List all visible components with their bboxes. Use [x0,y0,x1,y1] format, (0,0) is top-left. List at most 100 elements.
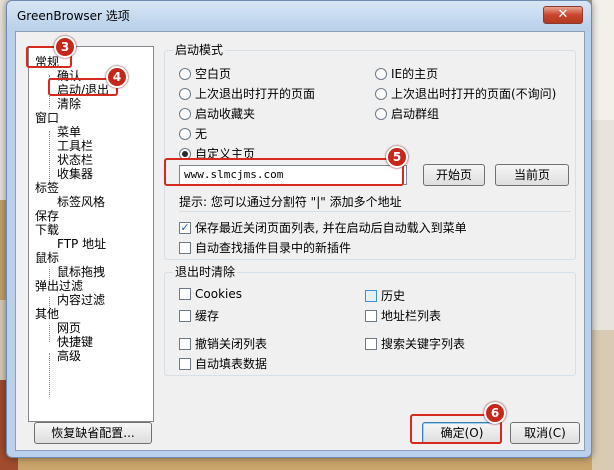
tree-item-tabs[interactable]: 标签 [35,181,59,195]
checkbox-box [365,289,377,302]
checkbox-box [365,309,377,322]
radio-label: 上次退出时打开的页面(不询问) [391,87,557,101]
tree-item-startup-exit[interactable]: 启动/退出 [57,83,109,97]
step-badge-5: 5 [386,146,408,168]
checkbox-box [365,337,377,350]
auto-plugins-checkbox[interactable]: 自动查找插件目录中的新插件 [179,239,351,256]
checkbox-box [179,288,191,300]
radio-last-session[interactable]: 上次退出时打开的页面 [179,85,315,102]
radio-blank-page[interactable]: 空白页 [179,65,231,82]
tree-item-webpage[interactable]: 网页 [57,321,81,335]
radio-label: IE的主页 [391,67,439,81]
radio-custom-home[interactable]: 自定义主页 [179,145,255,162]
home-url-input[interactable]: www.slmcjms.com [179,165,407,185]
radio-dot [179,67,191,80]
step-badge-3: 3 [54,36,76,58]
radio-dot [179,127,191,140]
checkbox-box-checked [179,221,191,234]
tree-item-save[interactable]: 保存 [35,209,59,223]
save-closed-checkbox[interactable]: 保存最近关闭页面列表, 并在启动后自动载入到菜单 [179,219,467,236]
tree-connector [49,325,50,342]
checkbox-label: Cookies [195,287,242,301]
radio-last-session-no-ask[interactable]: 上次退出时打开的页面(不询问) [375,85,556,102]
radio-label: 自定义主页 [195,147,256,161]
tree-item-other[interactable]: 其他 [35,307,59,321]
tree-item-popup-filter[interactable]: 弹出过滤 [35,279,83,293]
tree-item-shortcuts[interactable]: 快捷键 [57,335,93,349]
radio-label: 无 [195,127,208,141]
checkbox-label: 自动查找插件目录中的新插件 [195,241,352,255]
window-title: GreenBrowser 选项 [17,9,130,23]
start-page-button[interactable]: 开始页 [423,164,485,186]
tree-connector [49,353,50,397]
checkbox-label: 自动填表数据 [195,357,268,371]
radio-group[interactable]: 启动群组 [375,105,439,122]
dialog-client-area: 常规 确认 启动/退出 清除 窗口 菜单 工具栏 状态栏 收集器 标签 标签风格… [15,31,585,451]
exit-clear-title: 退出时清除 [173,265,238,279]
tree-item-mouse-drag[interactable]: 鼠标拖拽 [57,265,105,279]
tree-item-advanced[interactable]: 高级 [57,349,81,363]
tree-item-mouse[interactable]: 鼠标 [35,251,59,265]
clear-search-keywords-checkbox[interactable]: 搜索关键字列表 [365,335,465,352]
checkbox-box [179,357,191,370]
exit-clear-group: 退出时清除 Cookies 历史 缓存 地址栏列表 撤销关闭列表 搜索关键字列表… [164,265,576,376]
separator-hint: 提示: 您可以通过分割符 "|" 添加多个地址 [179,195,402,209]
step-badge-4: 4 [106,66,128,88]
checkbox-label: 保存最近关闭页面列表, 并在启动后自动载入到菜单 [195,221,467,235]
current-page-button[interactable]: 当前页 [495,164,569,186]
background-right-strip [592,0,614,470]
radio-favorites[interactable]: 启动收藏夹 [179,105,255,122]
radio-dot [179,107,191,120]
radio-dot [375,87,387,100]
ok-button[interactable]: 确定(O) [422,422,502,444]
step-badge-6: 6 [484,402,506,424]
tree-connector [49,75,50,107]
tree-item-ftp[interactable]: FTP 地址 [57,237,106,251]
tree-item-confirm[interactable]: 确认 [57,69,81,83]
checkbox-label: 历史 [381,289,406,303]
startup-mode-title: 启动模式 [173,43,226,57]
options-dialog: GreenBrowser 选项 ✕ 常规 确认 启动/退出 清除 窗口 菜单 工… [6,0,592,458]
radio-label: 上次退出时打开的页面 [195,87,316,101]
tree-item-content-filter[interactable]: 内容过滤 [57,293,105,307]
radio-label: 空白页 [195,67,232,81]
checkbox-label: 缓存 [195,309,220,323]
radio-dot [375,107,387,120]
tree-item-download[interactable]: 下载 [35,223,59,237]
radio-ie-home[interactable]: IE的主页 [375,65,438,82]
radio-label: 启动群组 [391,107,440,121]
tree-item-general[interactable]: 常规 [35,55,59,69]
tree-item-collector[interactable]: 收集器 [57,167,93,181]
radio-dot [179,87,191,100]
tree-item-menu[interactable]: 菜单 [57,125,81,139]
cancel-button[interactable]: 取消(C) [510,422,580,444]
divider [179,211,571,212]
close-button[interactable]: ✕ [543,6,583,24]
checkbox-box [179,337,191,350]
radio-dot-selected [179,147,191,160]
checkbox-box [179,309,191,322]
clear-autofill-checkbox[interactable]: 自动填表数据 [179,355,267,372]
radio-label: 启动收藏夹 [195,107,256,121]
checkbox-label: 地址栏列表 [381,309,442,323]
clear-cache-checkbox[interactable]: 缓存 [179,307,219,324]
radio-none[interactable]: 无 [179,125,207,142]
clear-cookies-checkbox[interactable]: Cookies [179,287,242,301]
clear-history-checkbox[interactable]: 历史 [365,287,405,304]
startup-mode-group: 启动模式 空白页 IE的主页 上次退出时打开的页面 上次退出时打开的页面(不询问… [164,43,576,260]
tree-item-tab-style[interactable]: 标签风格 [57,195,105,209]
tree-item-window[interactable]: 窗口 [35,111,59,125]
close-icon: ✕ [557,7,569,22]
title-bar[interactable]: GreenBrowser 选项 ✕ [7,1,591,29]
restore-defaults-button[interactable]: 恢复缺省配置... [34,422,152,444]
clear-addressbar-checkbox[interactable]: 地址栏列表 [365,307,441,324]
clear-undo-close-checkbox[interactable]: 撤销关闭列表 [179,335,267,352]
checkbox-box [179,241,191,254]
checkbox-label: 撤销关闭列表 [195,337,268,351]
tree-item-statusbar[interactable]: 状态栏 [57,153,93,167]
checkbox-label: 搜索关键字列表 [381,337,466,351]
options-tree[interactable]: 常规 确认 启动/退出 清除 窗口 菜单 工具栏 状态栏 收集器 标签 标签风格… [28,46,154,422]
radio-dot [375,67,387,80]
tree-item-toolbar[interactable]: 工具栏 [57,139,93,153]
tree-item-clear[interactable]: 清除 [57,97,81,111]
